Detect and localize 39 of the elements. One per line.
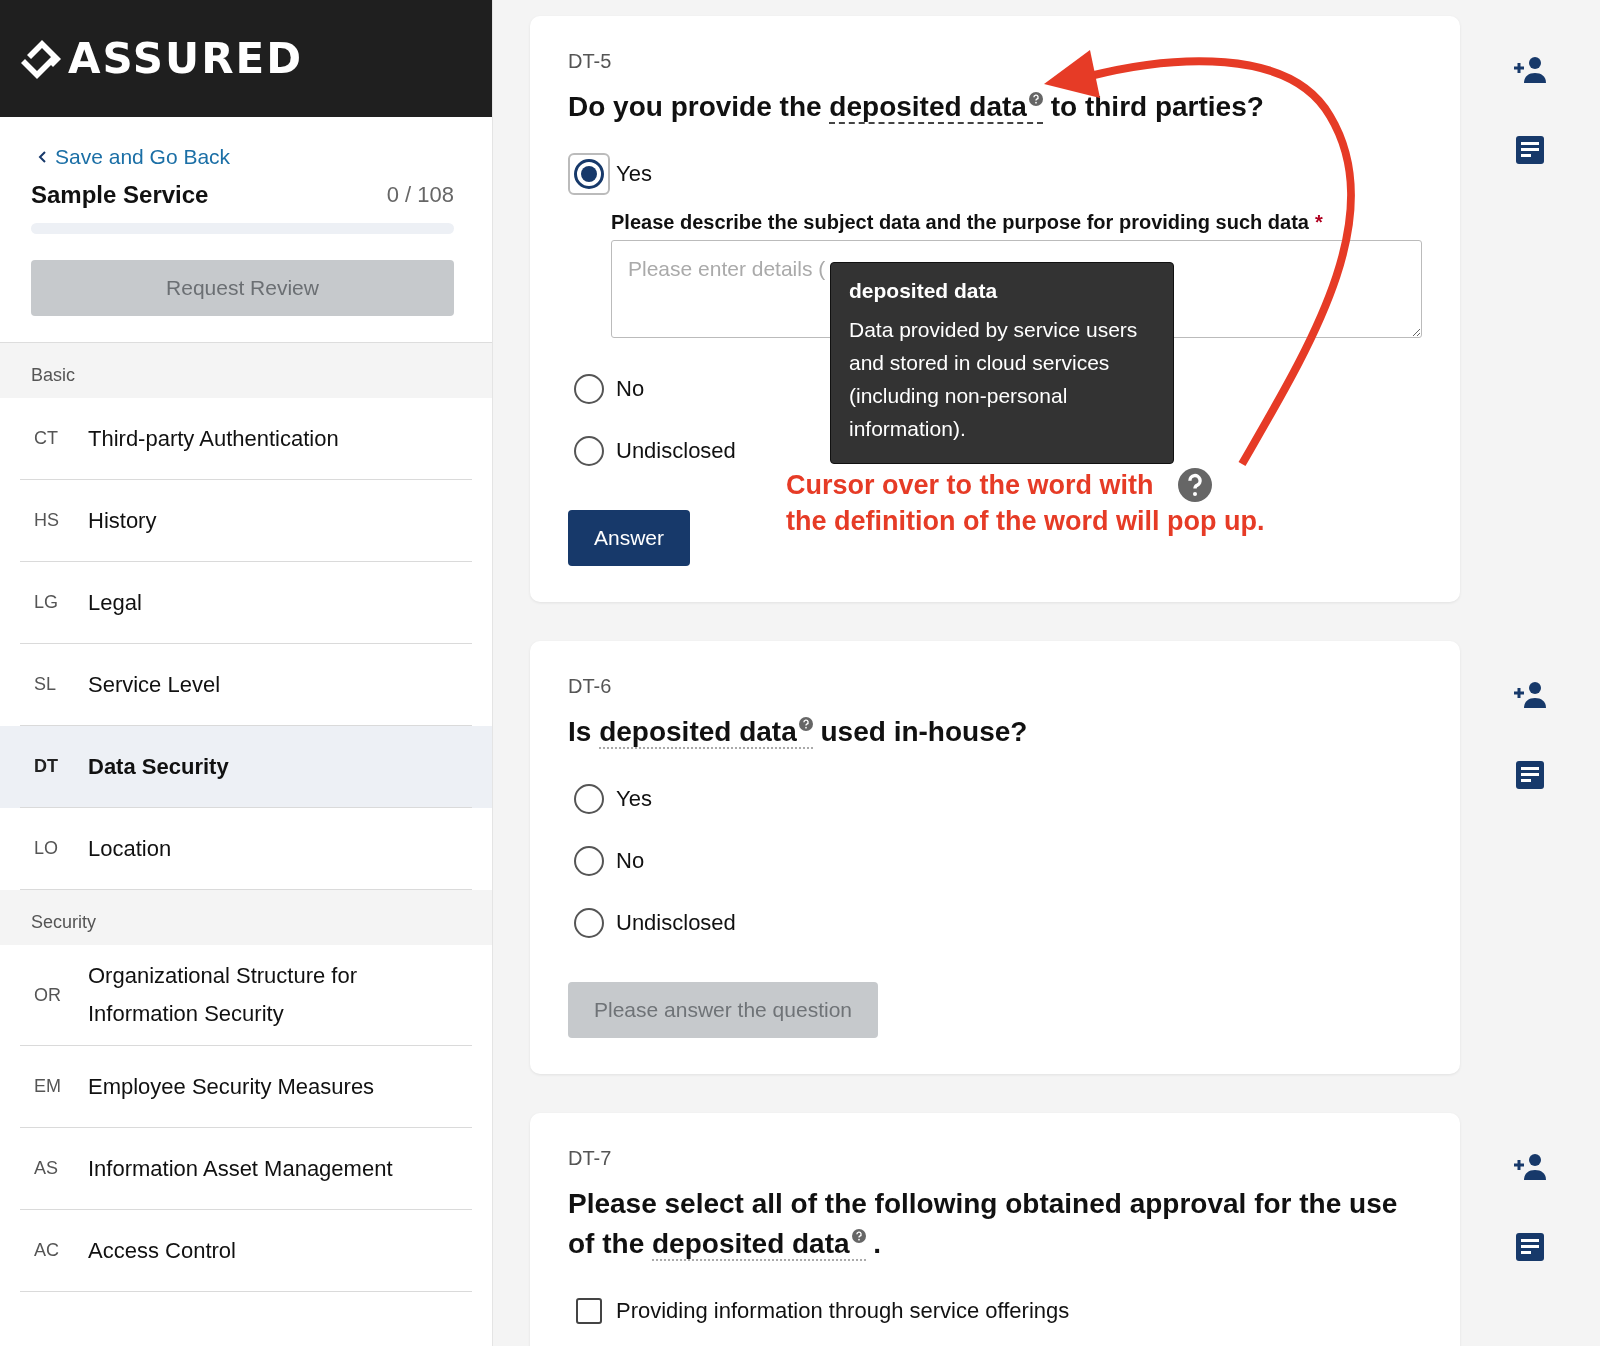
option-label: Undisclosed — [616, 910, 736, 936]
question-id: DT-7 — [568, 1147, 613, 1170]
notes-icon[interactable] — [1516, 136, 1544, 164]
answer-button[interactable]: Answer — [568, 510, 691, 566]
option-label: Yes — [616, 161, 652, 187]
question-title: Please select all of the following obtained approval for the use of the deposited data . — [568, 1187, 1399, 1263]
notes-icon[interactable] — [1516, 1233, 1544, 1261]
question-title: Is deposited data used in-house? — [568, 715, 1029, 751]
add-person-icon[interactable] — [1512, 56, 1548, 84]
add-person-icon[interactable] — [1512, 681, 1548, 709]
question-id: DT-5 — [568, 50, 613, 73]
annotation-text: Cursor over to the word with — [786, 469, 1154, 501]
checkbox[interactable] — [576, 1298, 602, 1324]
tooltip-title: deposited data — [849, 279, 999, 303]
notes-icon[interactable] — [1516, 761, 1544, 789]
tooltip-text: Data provided by service users and stored in cloud services (including non-personal information). — [849, 317, 1139, 442]
question-id: DT-6 — [568, 675, 613, 698]
annotation-text: the definition of the word will pop up. — [786, 506, 1265, 537]
back-link[interactable]: Save and Go Back — [31, 145, 231, 169]
option-label: Undisclosed — [616, 438, 736, 464]
option-label: Yes — [616, 786, 652, 812]
help-icon[interactable] — [851, 1228, 866, 1243]
section-heading: Security — [0, 890, 492, 945]
add-person-icon[interactable] — [1512, 1153, 1548, 1181]
help-icon — [1177, 468, 1212, 502]
option-label: No — [616, 376, 645, 402]
service-name: Sample Service — [31, 181, 209, 209]
chevron-icon — [37, 150, 47, 164]
option-label: Providing information through service offerings — [616, 1298, 1070, 1324]
help-icon[interactable] — [1028, 91, 1043, 106]
question-title: Do you provide the deposited data to third parties? — [568, 90, 1265, 126]
detail-label: Please describe the subject data and the purpose for providing such data * — [611, 211, 1324, 234]
section-heading: Basic — [0, 343, 492, 398]
help-icon[interactable] — [798, 716, 813, 731]
radio-button[interactable] — [568, 153, 610, 195]
nav-item[interactable]: DT Data Security — [0, 726, 492, 808]
option-label: No — [616, 848, 645, 874]
progress-count: 0 / 108 — [386, 182, 454, 208]
logo-text: ASSURED — [68, 34, 304, 83]
